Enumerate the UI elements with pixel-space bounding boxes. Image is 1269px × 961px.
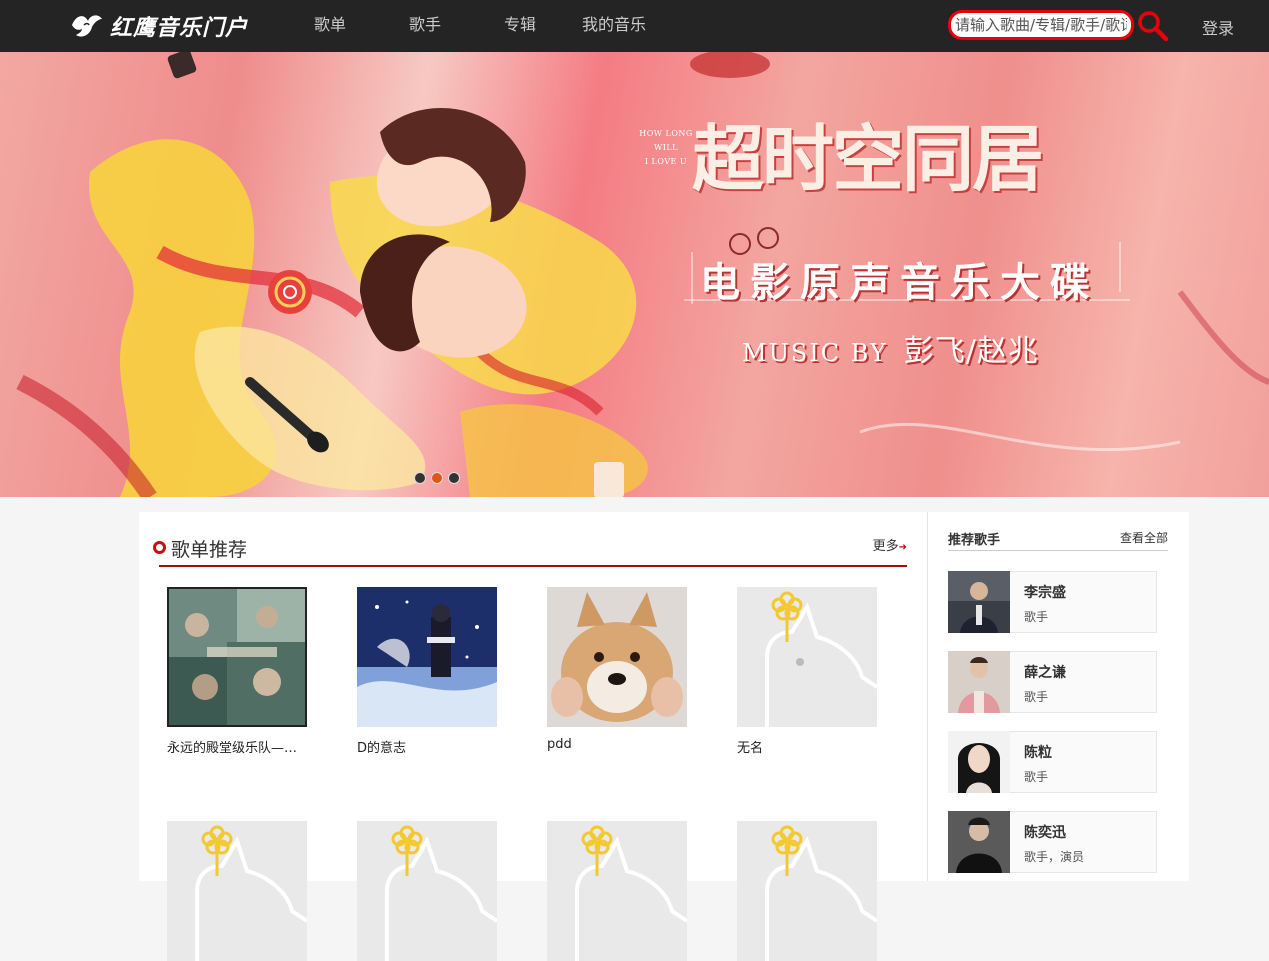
artist-section-title: 推荐歌手	[948, 533, 1001, 548]
playlist-cover-placeholder	[167, 821, 307, 961]
playlist-section-title: 歌单推荐	[171, 539, 248, 561]
carousel-dot-1[interactable]	[414, 472, 426, 484]
playlist-cover-placeholder	[737, 587, 877, 727]
artist-avatar	[948, 811, 1010, 873]
carousel-dot-2[interactable]	[431, 472, 443, 484]
playlist-name: pdd	[547, 737, 572, 752]
artist-name: 李宗盛	[1024, 585, 1066, 601]
playlist-card[interactable]	[547, 821, 687, 961]
main-content: 歌单推荐 更多➜ 永远的殿堂级乐队——Beyond	[139, 512, 1189, 961]
nav-my-music[interactable]: 我的音乐	[582, 15, 646, 35]
playlist-card[interactable]: D的意志	[357, 587, 497, 756]
artist-role: 歌手	[1024, 610, 1049, 624]
column-divider	[927, 512, 928, 881]
nav-albums[interactable]: 专辑	[504, 15, 536, 35]
playlist-card[interactable]	[357, 821, 497, 961]
arrow-right-icon: ➜	[898, 542, 907, 553]
artist-role: 歌手，演员	[1024, 850, 1085, 864]
playlist-cover	[167, 587, 307, 727]
banner-eng-line: I LOVE U	[644, 157, 688, 166]
banner-eng-line: WILL	[653, 143, 678, 152]
playlist-section-header: 歌单推荐 更多➜	[153, 530, 907, 567]
carousel-indicators	[414, 472, 460, 484]
playlist-cover-placeholder	[547, 821, 687, 961]
artist-avatar	[948, 731, 1010, 793]
playlist-cover-placeholder	[357, 821, 497, 961]
playlist-name: D的意志	[357, 741, 407, 756]
banner-credit-en: MUSIC BY	[742, 339, 888, 367]
artist-name: 陈粒	[1024, 745, 1052, 761]
playlist-name: 永远的殿堂级乐队——Beyond	[167, 741, 307, 756]
artist-card[interactable]: 李宗盛 歌手	[948, 571, 1157, 633]
search-icon[interactable]	[1137, 10, 1169, 42]
banner-eng-tagline: HOW LONG WILL I LOVE U	[636, 127, 696, 169]
playlist-name: 无名	[737, 741, 764, 756]
banner-carousel[interactable]: HOW LONG WILL I LOVE U 超时空同居 电影原声音乐大碟 MU…	[0, 52, 1269, 497]
banner-subtitle: 电影原声音乐大碟	[700, 259, 1100, 306]
artist-section-header: 推荐歌手 查看全部	[948, 528, 1168, 551]
artist-role: 歌手	[1024, 770, 1049, 784]
carousel-dot-3[interactable]	[448, 472, 460, 484]
more-label: 更多	[872, 539, 899, 554]
artist-name: 陈奕迅	[1024, 825, 1066, 841]
artist-card[interactable]: 陈奕迅 歌手，演员	[948, 811, 1157, 873]
artist-name: 薛之谦	[1024, 665, 1066, 681]
playlist-card[interactable]: 无名	[737, 587, 877, 756]
playlist-cover	[357, 587, 497, 727]
playlist-card[interactable]: 永远的殿堂级乐队——Beyond	[167, 587, 307, 756]
banner-credit-names: 彭飞/赵兆	[903, 334, 1039, 369]
artist-avatar	[948, 571, 1010, 633]
logo[interactable]: 红鹰音乐门户	[70, 8, 248, 44]
nav-playlists[interactable]: 歌单	[314, 15, 346, 35]
eagle-logo-icon	[72, 15, 102, 37]
playlist-card[interactable]	[737, 821, 877, 961]
top-navbar: 红鹰音乐门户 歌单 歌手 专辑 我的音乐 登录	[0, 0, 1269, 52]
brand-name: 红鹰音乐门户	[110, 15, 249, 41]
section-ring-icon	[153, 541, 166, 554]
banner-eng-line: HOW LONG	[639, 129, 693, 138]
nav-artists[interactable]: 歌手	[409, 15, 441, 35]
search-input[interactable]	[951, 13, 1131, 37]
banner-text-layer: HOW LONG WILL I LOVE U 超时空同居 电影原声音乐大碟 MU…	[0, 52, 1269, 497]
playlist-cover-placeholder	[737, 821, 877, 961]
playlist-cover	[547, 587, 687, 727]
artist-card[interactable]: 陈粒 歌手	[948, 731, 1157, 793]
artist-card[interactable]: 薛之谦 歌手	[948, 651, 1157, 713]
login-link[interactable]: 登录	[1202, 15, 1234, 39]
playlist-more-link[interactable]: 更多➜	[873, 535, 907, 554]
view-all-artists-link[interactable]: 查看全部	[1120, 529, 1168, 546]
playlist-card[interactable]	[167, 821, 307, 961]
banner-credit: MUSIC BY 彭飞/赵兆	[742, 326, 1039, 370]
playlist-card[interactable]: pdd	[547, 587, 687, 752]
artist-avatar	[948, 651, 1010, 713]
search-box	[948, 10, 1134, 40]
banner-title: 超时空同居	[692, 116, 1044, 201]
artist-role: 歌手	[1024, 690, 1049, 704]
